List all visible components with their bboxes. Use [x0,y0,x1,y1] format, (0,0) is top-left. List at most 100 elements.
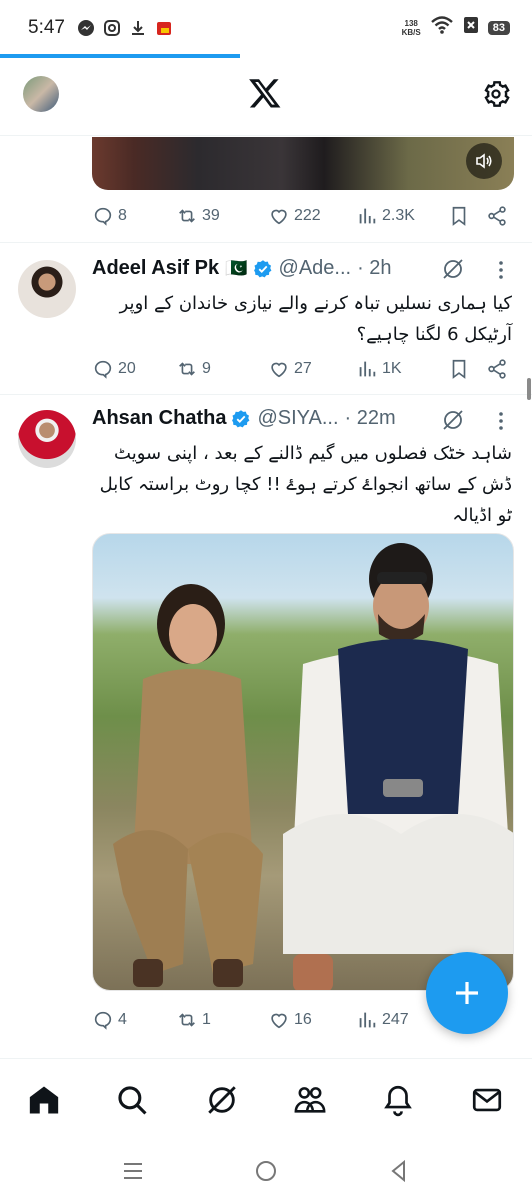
grok-icon[interactable] [205,1083,239,1117]
grok-icon[interactable] [441,257,465,281]
reply-icon [94,1011,112,1030]
like-button[interactable]: 27 [268,358,356,380]
loading-progress-bar [0,54,240,58]
tweet-time[interactable]: · 22m [345,407,396,430]
reply-button[interactable]: 8 [92,205,176,227]
tweet-text: شاہد خٹک فصلوں میں گیم ڈالنے کے بعد ، اپ… [99,443,512,526]
reply-icon [94,360,112,379]
compose-tweet-button[interactable] [426,952,508,1034]
tweet-text: کیا ہماری نسلیں تباہ کرنے والے نیازی خان… [119,293,512,345]
views-count: 2.3K [382,207,415,224]
repost-count: 39 [202,207,220,224]
messages-envelope-icon[interactable] [470,1083,504,1117]
home-circle-icon[interactable] [253,1158,279,1184]
views-chart-icon [359,361,376,377]
user-avatar[interactable] [18,410,76,468]
repost-icon [179,209,195,223]
share-button[interactable] [486,358,508,380]
repost-button[interactable]: 39 [176,205,268,227]
wifi-icon [430,15,454,41]
photo-person-left [113,584,263,987]
share-icon [488,206,506,226]
tweet-header: Adeel Asif Pk 🇵🇰 @Ade... · 2h [92,257,392,280]
like-count: 222 [294,207,321,224]
tweet-divider [0,394,532,395]
speaker-icon [476,153,492,169]
system-navigation-bar [0,1142,532,1200]
repost-icon [179,1013,195,1027]
x-logo-icon[interactable] [248,76,282,110]
views-button[interactable]: 1K [356,358,448,380]
like-count: 27 [294,360,312,377]
repost-icon [179,362,195,376]
views-chart-icon [359,1012,376,1028]
tweet-actions: 20 9 27 1K [92,358,508,380]
bookmark-button[interactable] [448,205,486,227]
like-button[interactable]: 222 [268,205,356,227]
bookmark-button[interactable] [448,358,486,380]
share-icon [488,359,506,379]
user-handle[interactable]: @SIYA... [257,407,338,430]
more-options-icon[interactable] [498,260,504,280]
reply-count: 20 [118,360,136,377]
status-time: 5:47 [28,17,65,38]
battery-indicator: 83 [487,21,510,35]
verified-badge-icon [253,259,271,277]
no-sim-icon [463,16,479,40]
views-count: 1K [382,360,402,377]
communities-icon[interactable] [293,1083,327,1117]
tweet-time[interactable]: · 2h [357,257,391,280]
bottom-navigation [0,1058,532,1142]
photo-person-right [283,543,513,990]
top-header [0,60,532,136]
instagram-icon [103,19,121,37]
bookmark-icon [452,359,466,379]
reply-count: 8 [118,207,127,224]
heart-icon [271,1013,287,1029]
grok-icon[interactable] [441,408,465,432]
reply-button[interactable]: 4 [92,1009,176,1031]
app-notification-icon [155,19,173,37]
user-avatar[interactable] [18,260,76,318]
profile-avatar-button[interactable] [23,76,59,112]
tweet-header: Ahsan Chatha @SIYA... · 22m [92,407,396,430]
scrollbar-thumb[interactable] [527,378,531,400]
heart-icon [271,209,287,225]
like-count: 16 [294,1011,312,1028]
notifications-bell-icon[interactable] [381,1083,415,1117]
pakistan-flag-icon: 🇵🇰 [225,258,248,278]
heart-icon [271,362,287,378]
verified-badge-icon [232,409,250,427]
user-handle[interactable]: @Ade... [279,257,352,280]
status-bar: 5:47 138 KB/S 83 [0,0,532,56]
tweet-divider [0,242,532,243]
share-button[interactable] [486,205,508,227]
download-icon [129,19,147,37]
reply-count: 4 [118,1011,127,1028]
repost-button[interactable]: 9 [176,358,268,380]
gear-icon[interactable] [480,78,512,110]
repost-count: 1 [202,1011,211,1028]
reply-button[interactable]: 20 [92,358,176,380]
tweet-actions: 8 39 222 2.3K [92,205,508,227]
home-icon[interactable] [27,1083,61,1117]
back-triangle-icon[interactable] [386,1158,412,1184]
display-name[interactable]: Ahsan Chatha [92,407,226,430]
reply-icon [94,207,112,226]
net-speed: 138 KB/S [401,19,421,37]
messenger-icon [77,19,95,37]
recent-apps-icon[interactable] [120,1158,146,1184]
search-icon[interactable] [115,1083,149,1117]
display-name[interactable]: Adeel Asif Pk [92,257,219,280]
bookmark-icon [452,206,466,226]
repost-button[interactable]: 1 [176,1009,268,1031]
more-options-icon[interactable] [498,411,504,431]
views-button[interactable]: 2.3K [356,205,448,227]
repost-count: 9 [202,360,211,377]
tweet-video-thumbnail[interactable] [92,137,514,190]
views-chart-icon [359,208,376,224]
like-button[interactable]: 16 [268,1009,356,1031]
views-count: 247 [382,1011,409,1028]
volume-button[interactable] [466,143,502,179]
tweet-photo[interactable] [92,533,514,991]
